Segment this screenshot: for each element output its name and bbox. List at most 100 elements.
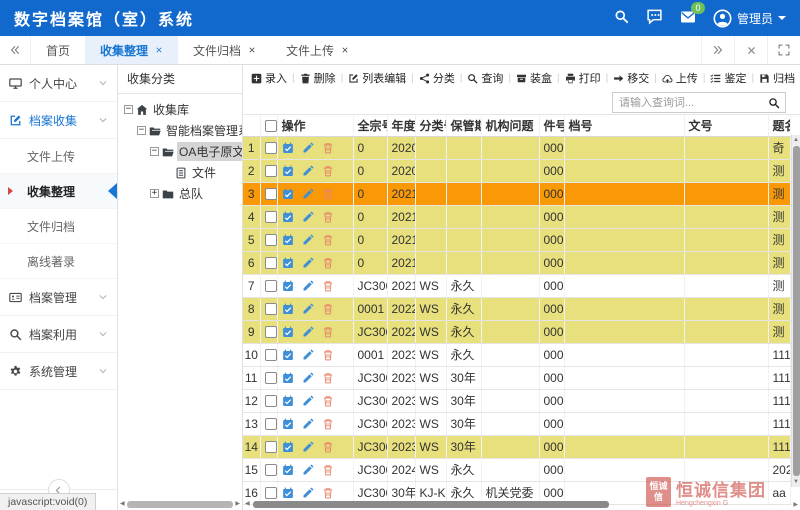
tree-node-zongdui[interactable]: +总队 xyxy=(118,183,242,204)
row-edit-button[interactable] xyxy=(302,464,314,476)
row-edit-button[interactable] xyxy=(302,211,314,223)
row-edit-button[interactable] xyxy=(302,303,314,315)
tree-horizontal-scrollbar[interactable]: ◀ ▶ xyxy=(120,500,240,508)
fullscreen-button[interactable] xyxy=(767,36,800,64)
row-edit-button[interactable] xyxy=(302,418,314,430)
row-delete-button[interactable] xyxy=(322,418,334,430)
tabs-close-button[interactable] xyxy=(734,36,767,64)
row-edit-button[interactable] xyxy=(302,441,314,453)
vertical-scrollbar[interactable]: ▲ ▼ xyxy=(791,135,800,487)
row-checkbox[interactable] xyxy=(265,280,277,292)
table-row[interactable]: 11JC3062023WS30年0001111 xyxy=(243,366,790,389)
search-icon[interactable] xyxy=(614,9,629,27)
table-row[interactable]: 7JC3062021WS永久0003测 xyxy=(243,274,790,297)
row-appraise-button[interactable] xyxy=(282,395,294,407)
scroll-right-icon[interactable]: ▶ xyxy=(235,499,240,509)
row-appraise-button[interactable] xyxy=(282,303,294,315)
column-header-retention[interactable]: 保管期限 xyxy=(446,115,481,136)
row-edit-button[interactable] xyxy=(302,372,314,384)
toolbar-button-list-edit[interactable]: 列表编辑 xyxy=(345,70,409,86)
row-delete-button[interactable] xyxy=(322,165,334,177)
row-appraise-button[interactable] xyxy=(282,211,294,223)
row-delete-button[interactable] xyxy=(322,464,334,476)
toolbar-button-query[interactable]: 查询 xyxy=(464,70,506,86)
column-header-fonds[interactable]: 全宗号 xyxy=(353,115,387,136)
select-all-checkbox[interactable] xyxy=(265,120,277,132)
row-checkbox[interactable] xyxy=(265,234,277,246)
toolbar-button-print[interactable]: 打印 xyxy=(562,70,604,86)
hscroll-thumb[interactable] xyxy=(253,501,609,508)
row-edit-button[interactable] xyxy=(302,142,314,154)
tab-file-upload[interactable]: 文件上传 xyxy=(271,36,364,64)
row-delete-button[interactable] xyxy=(322,303,334,315)
row-checkbox[interactable] xyxy=(265,188,277,200)
column-header-org[interactable]: 机构问题 xyxy=(481,115,539,136)
row-appraise-button[interactable] xyxy=(282,280,294,292)
toolbar-button-upload[interactable]: 上传 xyxy=(659,70,701,86)
row-delete-button[interactable] xyxy=(322,280,334,292)
table-row[interactable]: 13JC3062023WS30年0001111 xyxy=(243,412,790,435)
row-checkbox[interactable] xyxy=(265,211,277,223)
scroll-up-icon[interactable]: ▲ xyxy=(793,135,799,145)
column-header-doc_no[interactable]: 文号 xyxy=(684,115,768,136)
row-edit-button[interactable] xyxy=(302,165,314,177)
table-row[interactable]: 4020210004测 xyxy=(243,205,790,228)
row-checkbox[interactable] xyxy=(265,487,277,499)
tree-expander-expand-icon[interactable]: + xyxy=(150,189,159,198)
row-appraise-button[interactable] xyxy=(282,441,294,453)
row-edit-button[interactable] xyxy=(302,326,314,338)
table-row[interactable]: 12JC3062023WS30年0001111 xyxy=(243,389,790,412)
table-row[interactable]: 2020200002测 xyxy=(243,159,790,182)
row-edit-button[interactable] xyxy=(302,487,314,499)
column-header-cls[interactable]: 分类号 xyxy=(415,115,446,136)
row-appraise-button[interactable] xyxy=(282,326,294,338)
table-row[interactable]: 5020210005测 xyxy=(243,228,790,251)
scroll-down-icon[interactable]: ▼ xyxy=(793,477,799,487)
tree-node-collection-library[interactable]: −收集库 xyxy=(118,99,242,120)
row-delete-button[interactable] xyxy=(322,211,334,223)
row-appraise-button[interactable] xyxy=(282,487,294,499)
row-checkbox[interactable] xyxy=(265,326,277,338)
toolbar-button-archive[interactable]: 归档 xyxy=(756,70,798,86)
tabs-scroll-left-button[interactable] xyxy=(0,36,31,64)
row-edit-button[interactable] xyxy=(302,280,314,292)
tree-node-smart-archive-system[interactable]: −智能档案管理系统 xyxy=(118,120,242,141)
row-checkbox[interactable] xyxy=(265,303,277,315)
tree-hscroll-thumb[interactable] xyxy=(127,501,234,508)
row-edit-button[interactable] xyxy=(302,395,314,407)
row-checkbox[interactable] xyxy=(265,395,277,407)
column-header-item[interactable]: 件号 xyxy=(539,115,564,136)
column-header-title[interactable]: 题名 xyxy=(768,115,790,136)
row-checkbox[interactable] xyxy=(265,464,277,476)
chat-icon[interactable] xyxy=(646,8,663,28)
column-header-file_no[interactable]: 档号 xyxy=(564,115,684,136)
row-delete-button[interactable] xyxy=(322,395,334,407)
table-row[interactable]: 6020210006测 xyxy=(243,251,790,274)
column-header-ops[interactable]: 操作 xyxy=(277,115,353,136)
row-delete-button[interactable] xyxy=(322,188,334,200)
sidebar-item-archive-use[interactable]: 档案利用 xyxy=(0,316,117,353)
row-appraise-button[interactable] xyxy=(282,418,294,430)
column-header-num[interactable] xyxy=(243,115,260,136)
tab-close-button[interactable] xyxy=(341,46,349,54)
search-input[interactable] xyxy=(613,97,763,109)
tab-collect-organize[interactable]: 收集整理 xyxy=(85,36,178,64)
row-appraise-button[interactable] xyxy=(282,234,294,246)
row-delete-button[interactable] xyxy=(322,441,334,453)
row-appraise-button[interactable] xyxy=(282,188,294,200)
row-appraise-button[interactable] xyxy=(282,349,294,361)
row-delete-button[interactable] xyxy=(322,372,334,384)
row-delete-button[interactable] xyxy=(322,257,334,269)
scroll-left-icon[interactable]: ◀ xyxy=(120,499,125,509)
toolbar-button-boxing[interactable]: 装盒 xyxy=(513,70,555,86)
sidebar-item-archive-manage[interactable]: 档案管理 xyxy=(0,279,117,316)
toolbar-button-appraise[interactable]: 鉴定 xyxy=(707,70,749,86)
tree-expander-collapse-icon[interactable]: − xyxy=(137,126,146,135)
row-edit-button[interactable] xyxy=(302,234,314,246)
row-delete-button[interactable] xyxy=(322,487,334,499)
row-checkbox[interactable] xyxy=(265,372,277,384)
sidebar-item-collect-organize[interactable]: 收集整理 xyxy=(0,174,117,209)
tree-expander-collapse-icon[interactable]: − xyxy=(124,105,133,114)
vscroll-thumb[interactable] xyxy=(793,146,800,476)
row-checkbox[interactable] xyxy=(265,257,277,269)
